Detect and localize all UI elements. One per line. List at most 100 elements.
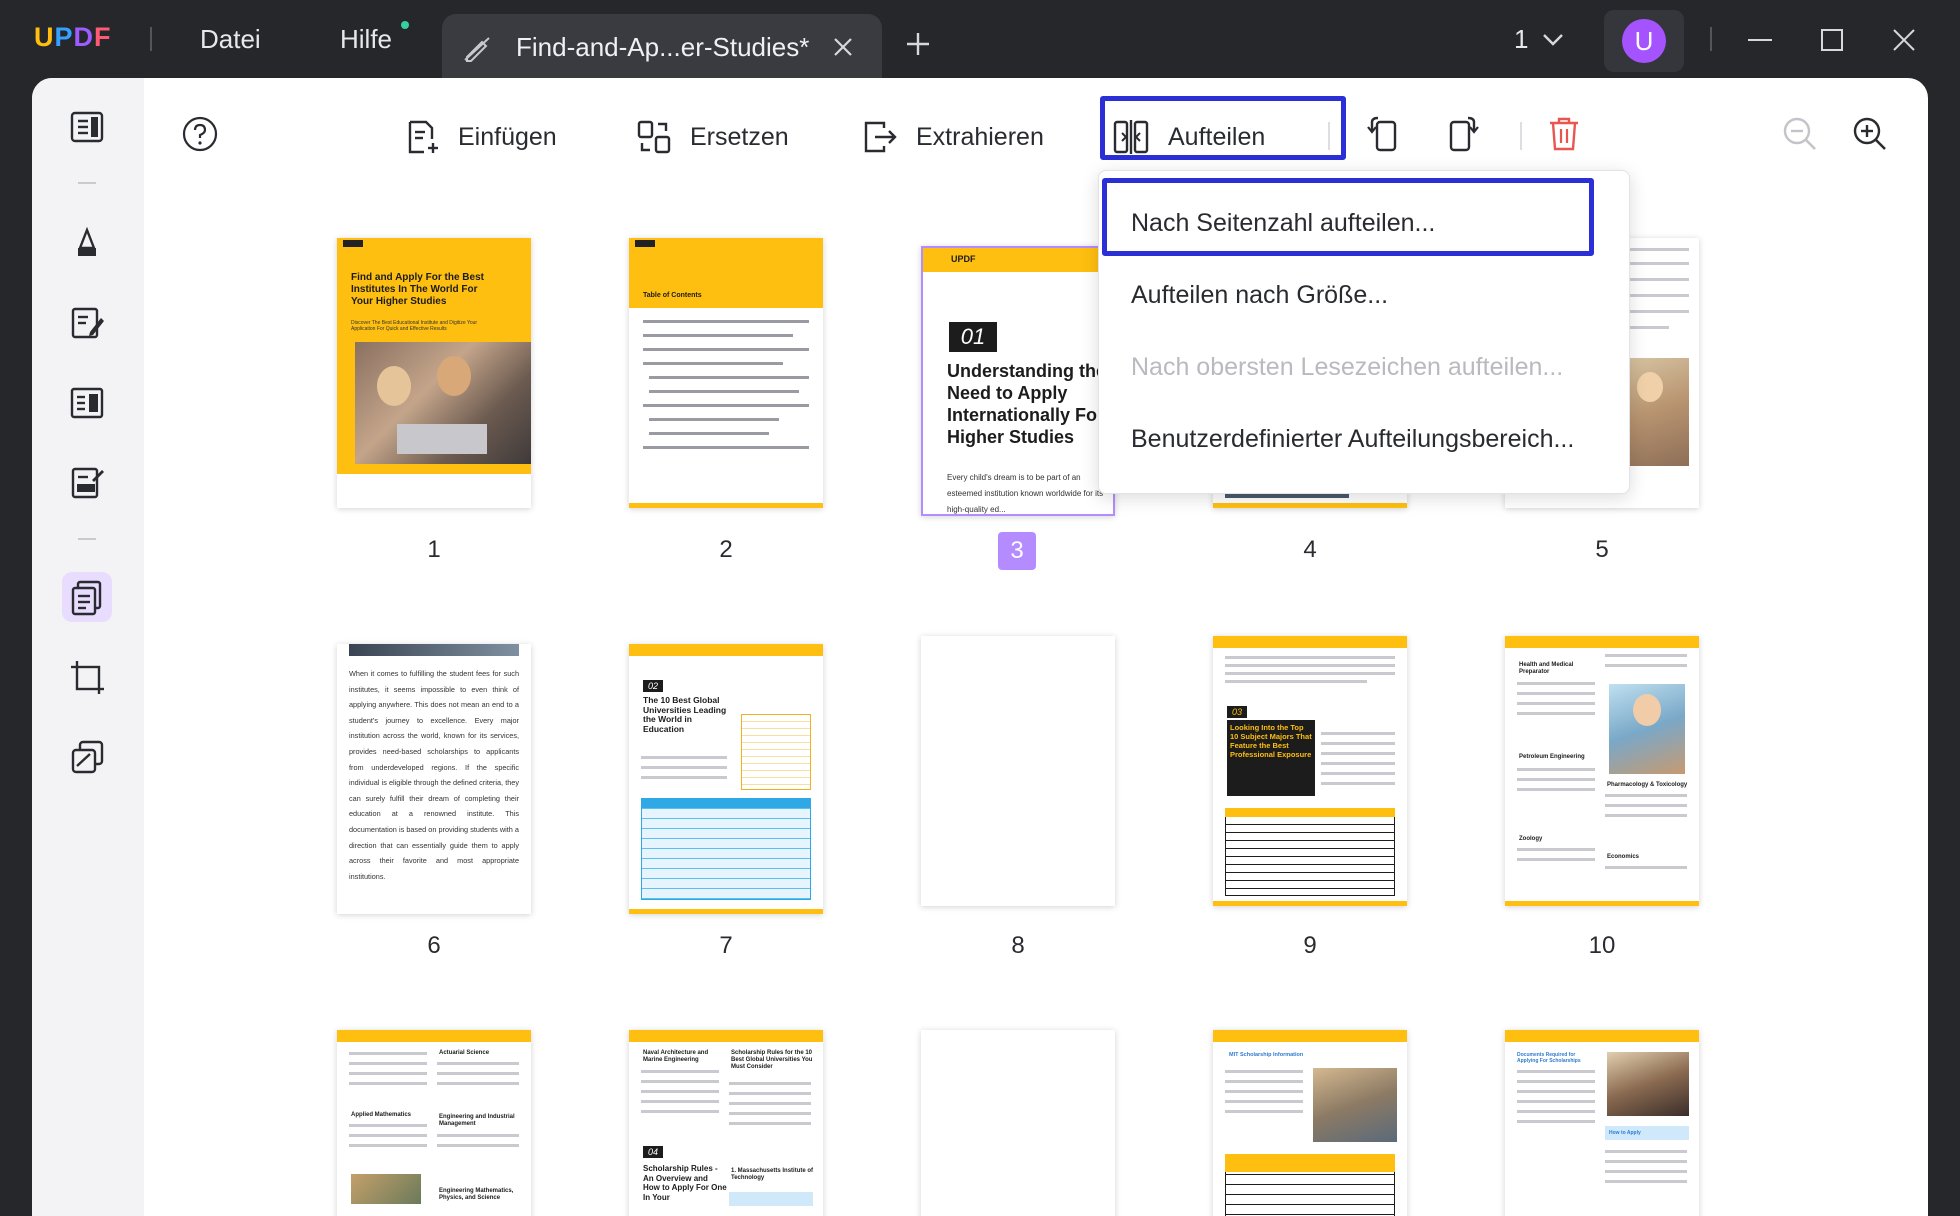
sidebar-organize-pages[interactable] — [62, 572, 112, 622]
insert-label: Einfügen — [458, 122, 557, 151]
extract-label: Extrahieren — [916, 122, 1044, 151]
rotate-left-icon[interactable] — [1362, 114, 1402, 154]
delete-icon[interactable] — [1544, 114, 1584, 154]
updf-logo: UPDF — [34, 22, 112, 52]
page-number-6: 6 — [427, 932, 441, 959]
sidebar-comment[interactable] — [62, 218, 112, 268]
page7-chapter: 02 — [643, 680, 663, 692]
page-thumbnail-2[interactable]: Table of Contents — [629, 238, 823, 508]
page12-heading: Scholarship Rules - An Overview and How … — [643, 1164, 727, 1202]
page-number-2: 2 — [719, 536, 733, 563]
page-thumbnail-11[interactable]: Applied Mathematics Actuarial Science En… — [337, 1030, 531, 1216]
crop-icon — [71, 661, 104, 694]
page11-item-2: Applied Mathematics — [351, 1112, 412, 1118]
help-icon[interactable] — [180, 114, 220, 154]
page3-brand: UPDF — [951, 254, 976, 264]
page-thumbnail-13[interactable] — [921, 1030, 1115, 1216]
page3-chapter: 01 — [949, 322, 997, 352]
replace-label: Ersetzen — [690, 122, 789, 151]
page-thumbnail-15[interactable]: Documents Required for Applying For Scho… — [1505, 1030, 1699, 1216]
menu-help[interactable]: Hilfe — [340, 24, 392, 55]
page-number-10: 10 — [1588, 932, 1616, 959]
maximize-icon[interactable] — [1818, 26, 1846, 54]
menu-file[interactable]: Datei — [200, 24, 261, 55]
extract-button[interactable]: Extrahieren — [862, 112, 1044, 162]
page15-subheading: How to Apply — [1605, 1126, 1689, 1140]
window-count[interactable]: 1 — [1514, 24, 1528, 55]
split-by-top-bookmarks: Nach obersten Lesezeichen aufteilen... — [1131, 353, 1564, 381]
page10-item-4: Zoology — [1519, 836, 1543, 842]
sidebar-reader[interactable] — [62, 102, 112, 152]
sidebar-edit[interactable] — [62, 298, 112, 348]
page-thumbnail-3[interactable]: UPDF 01 Understanding the Need to Apply … — [921, 246, 1115, 516]
chevron-down-icon[interactable] — [1540, 30, 1566, 50]
page-number-3-selected: 3 — [998, 532, 1036, 570]
insert-button[interactable]: Einfügen — [406, 112, 557, 162]
page-number-1: 1 — [427, 536, 441, 563]
sidebar-sign[interactable] — [62, 458, 112, 508]
title-separator-right — [1710, 27, 1712, 51]
page-thumbnail-1[interactable]: Find and Apply For the Best Institutes I… — [337, 238, 531, 508]
document-tab[interactable]: Find-and-Ap...er-Studies* — [442, 14, 882, 80]
page15-heading: Documents Required for Applying For Scho… — [1517, 1052, 1581, 1064]
avatar: U — [1622, 19, 1666, 63]
title-separator — [150, 27, 152, 51]
zoom-out-icon[interactable] — [1780, 114, 1820, 154]
toolbar-separator — [1520, 122, 1522, 150]
split-by-page-count-highlight — [1102, 178, 1594, 256]
split-button-highlight — [1100, 96, 1346, 160]
page-number-8: 8 — [1011, 932, 1025, 959]
sidebar-crop[interactable] — [62, 652, 112, 702]
page3-heading: Understanding the Need to Apply Internat… — [947, 361, 1107, 447]
page10-item-5: Economics — [1607, 854, 1640, 860]
title-bar: UPDF Datei Hilfe Find-and-Ap...er-Studie… — [0, 0, 1960, 80]
page11-item-4: Engineering Mathematics, Physics, and Sc… — [439, 1188, 514, 1201]
page-thumbnail-8[interactable] — [921, 636, 1115, 906]
close-window-icon[interactable] — [1890, 26, 1918, 54]
left-sidebar — [32, 78, 144, 1216]
page-thumbnail-14[interactable]: MIT Scholarship Information — [1213, 1030, 1407, 1216]
page12-item-2: Scholarship Rules for the 10 Best Global… — [731, 1050, 813, 1070]
organize-pages-icon — [71, 580, 102, 616]
edit-off-icon — [464, 37, 490, 62]
page2-heading: Table of Contents — [643, 292, 702, 299]
form-icon — [70, 387, 104, 419]
sidebar-layers[interactable] — [62, 732, 112, 782]
replace-page-icon — [637, 120, 671, 154]
toolbar-separator — [1328, 122, 1330, 150]
insert-page-icon — [408, 120, 438, 154]
sign-icon — [71, 467, 104, 499]
replace-button[interactable]: Ersetzen — [636, 112, 789, 162]
minimize-icon[interactable] — [1746, 26, 1774, 54]
page12-chapter: 04 — [643, 1146, 663, 1158]
page-thumbnail-12[interactable]: Naval Architecture and Marine Engineerin… — [629, 1030, 823, 1216]
page-thumbnail-10[interactable]: Health and Medical Preparator Petroleum … — [1505, 636, 1699, 906]
page10-item-2: Petroleum Engineering — [1519, 754, 1585, 760]
page1-subtitle: Discover The Best Educational Institute … — [351, 320, 478, 332]
custom-split-range[interactable]: Benutzerdefinierter Aufteilungsbereich..… — [1131, 425, 1574, 454]
zoom-in-icon[interactable] — [1850, 114, 1890, 154]
page7-heading: The 10 Best Global Universities Leading … — [643, 695, 727, 734]
tab-title: Find-and-Ap...er-Studies* — [516, 32, 810, 62]
page-number-9: 9 — [1303, 932, 1317, 959]
workspace: Einfügen Ersetzen Extrahieren Aufteilen — [32, 78, 1928, 1216]
page-number-7: 7 — [719, 932, 733, 959]
add-tab-icon[interactable] — [904, 30, 932, 58]
page9-chapter: 03 — [1227, 706, 1247, 718]
edit-pdf-icon — [71, 307, 104, 339]
sidebar-form[interactable] — [62, 378, 112, 428]
page11-item-3: Engineering and Industrial Management — [439, 1114, 515, 1127]
page12-item-3: 1. Massachusetts Institute of Technology — [731, 1168, 814, 1181]
page11-item-1: Actuarial Science — [439, 1050, 490, 1056]
page-thumbnail-6[interactable]: When it comes to fulfilling the student … — [337, 644, 531, 914]
close-tab-icon[interactable] — [830, 34, 856, 60]
split-by-size[interactable]: Aufteilen nach Größe... — [1131, 281, 1388, 310]
account-button[interactable]: U — [1604, 10, 1684, 72]
page-number-5: 5 — [1595, 536, 1609, 563]
page-thumbnail-7[interactable]: 02 The 10 Best Global Universities Leadi… — [629, 644, 823, 914]
sidebar-separator — [78, 182, 96, 184]
sidebar-separator — [78, 538, 96, 540]
extract-page-icon — [864, 121, 897, 153]
page-thumbnail-9[interactable]: 03 Looking Into the Top 10 Subject Major… — [1213, 636, 1407, 906]
rotate-right-icon[interactable] — [1444, 114, 1484, 154]
